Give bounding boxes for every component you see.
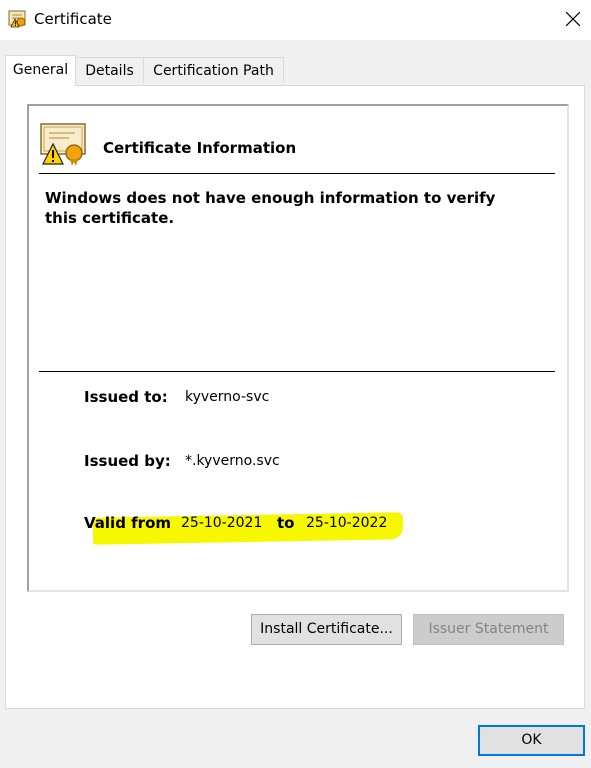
issued-to-value: kyverno-svc — [185, 389, 270, 405]
valid-from-label: Valid from — [84, 514, 172, 532]
tab-details[interactable]: Details — [75, 57, 144, 83]
title-bar: ! Certificate — [0, 0, 591, 40]
issued-by-label: Issued by: — [84, 452, 171, 470]
certificate-icon — [39, 122, 89, 170]
issued-to-label: Issued to: — [84, 388, 168, 406]
certificate-info-box: Certificate Information Windows does not… — [27, 104, 569, 592]
issuer-statement-button[interactable]: Issuer Statement — [413, 614, 564, 645]
verification-warning: Windows does not have enough information… — [45, 189, 496, 227]
divider — [39, 173, 555, 174]
window-title: Certificate — [34, 10, 112, 28]
divider — [39, 371, 555, 372]
certificate-information-heading: Certificate Information — [103, 139, 297, 157]
tab-certification-path[interactable]: Certification Path — [143, 57, 284, 83]
valid-from-value: 25-10-2021 — [181, 515, 263, 531]
install-certificate-button[interactable]: Install Certificate... — [251, 614, 402, 645]
valid-to-label: to — [277, 514, 295, 532]
close-icon — [566, 12, 580, 26]
svg-text:!: ! — [14, 21, 17, 28]
issued-by-value: *.kyverno.svc — [185, 453, 280, 469]
ok-button[interactable]: OK — [478, 725, 585, 756]
valid-to-value: 25-10-2022 — [306, 515, 388, 531]
tab-general[interactable]: General — [5, 55, 76, 86]
certificate-icon: ! — [8, 9, 28, 29]
close-button[interactable] — [556, 4, 590, 34]
general-panel: Certificate Information Windows does not… — [5, 85, 585, 709]
